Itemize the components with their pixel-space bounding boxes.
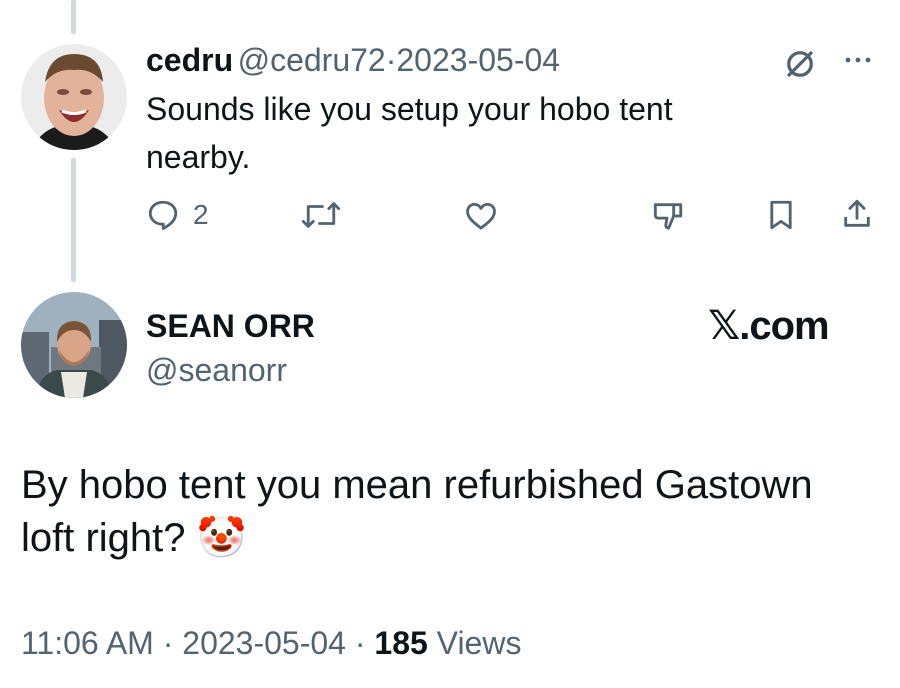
main-text-line2-text: loft right? — [21, 516, 186, 560]
bookmark-icon[interactable] — [764, 198, 798, 232]
share-icon[interactable] — [840, 197, 874, 231]
x-com-watermark: 𝕏.com — [708, 304, 830, 348]
avatar-cedru[interactable] — [21, 44, 127, 150]
main-text-line1: By hobo tent you mean refurbished Gastow… — [21, 463, 813, 507]
meta-separator-2: · — [354, 625, 366, 661]
retweet-icon[interactable] — [301, 198, 341, 232]
main-text-line2: loft right? 🤡 — [21, 512, 246, 565]
grok-icon[interactable] — [782, 46, 818, 82]
reply-text-line1: Sounds like you setup your hobo tent — [146, 91, 673, 127]
thread-line-bottom — [71, 158, 76, 282]
reply-header: cedru @cedru72·2023-05-04 — [146, 41, 560, 86]
tweet-time[interactable]: 11:06 AM — [21, 625, 154, 661]
reply-handle[interactable]: @cedru72 — [238, 42, 386, 78]
avatar-sean-orr[interactable] — [21, 292, 127, 398]
main-handle[interactable]: @seanorr — [146, 351, 287, 389]
reply-display-name[interactable]: cedru — [146, 42, 233, 78]
more-icon[interactable] — [840, 46, 876, 74]
like-icon[interactable] — [462, 199, 500, 233]
reply-count: 2 — [193, 199, 209, 230]
dislike-icon[interactable] — [650, 199, 686, 233]
main-display-name[interactable]: SEAN ORR — [146, 307, 315, 345]
tweet-meta: 11:06 AM · 2023-05-04 · 185 Views — [21, 624, 521, 662]
views-label: Views — [436, 625, 522, 661]
views-count[interactable]: 185 — [374, 625, 427, 661]
reply-text-line2: nearby. — [146, 139, 251, 175]
reply-icon[interactable] — [146, 198, 180, 232]
meta-separator-1: · — [162, 625, 174, 661]
thread-line-top — [71, 0, 76, 34]
reply-separator: · — [385, 42, 397, 78]
reply-date[interactable]: 2023-05-04 — [396, 42, 560, 78]
tweet-date[interactable]: 2023-05-04 — [182, 625, 346, 661]
clown-emoji: 🤡 — [196, 516, 247, 560]
